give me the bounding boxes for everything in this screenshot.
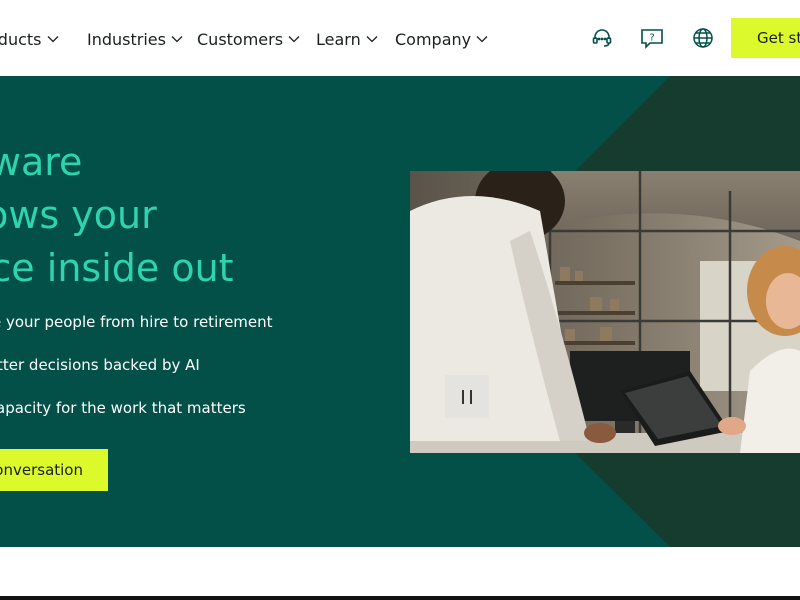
nav-products-label: oducts [0,29,42,49]
chevron-down-icon [288,36,300,43]
start-conversation-button[interactable]: conversation [0,449,108,491]
help-chat-icon[interactable]: ? [640,26,664,50]
page-bottom-edge [0,596,800,600]
nav-industries[interactable]: Industries [87,27,183,51]
benefit-item-2: tter decisions backed by AI [0,356,200,374]
headset-icon[interactable] [590,26,614,50]
nav-customers[interactable]: Customers [197,27,300,51]
chevron-down-icon [47,36,58,43]
hero-headline: oftware knows your force inside out [0,136,234,295]
start-conversation-label: conversation [0,461,83,479]
chevron-down-icon [171,36,183,43]
headline-line-1: oftware [0,140,83,184]
nav-company-label: Company [395,29,472,49]
benefit-item-1: e your people from hire to retirement [0,313,273,331]
nav-learn-label: Learn [316,29,361,49]
nav-company[interactable]: Company [395,27,488,51]
pause-video-button[interactable] [445,375,489,418]
headline-line-2: knows your [0,193,157,237]
chevron-down-icon [366,36,378,43]
nav-customers-label: Customers [197,29,284,49]
pause-icon-bar [470,389,472,404]
nav-learn[interactable]: Learn [316,27,378,51]
get-started-label: Get sta [757,29,800,47]
benefit-item-3: apacity for the work that matters [0,399,246,417]
chevron-down-icon [476,36,488,43]
nav-products[interactable]: oducts [0,27,59,51]
globe-icon[interactable] [691,26,715,50]
get-started-button[interactable]: Get sta [731,18,800,58]
hero-section: oftware knows your force inside out e yo… [0,76,800,547]
headline-line-3: force inside out [0,246,234,290]
pause-icon [462,389,464,404]
nav-industries-label: Industries [87,29,166,49]
svg-text:?: ? [649,33,654,44]
top-nav: oducts Industries Customers Learn Compan… [0,0,800,76]
